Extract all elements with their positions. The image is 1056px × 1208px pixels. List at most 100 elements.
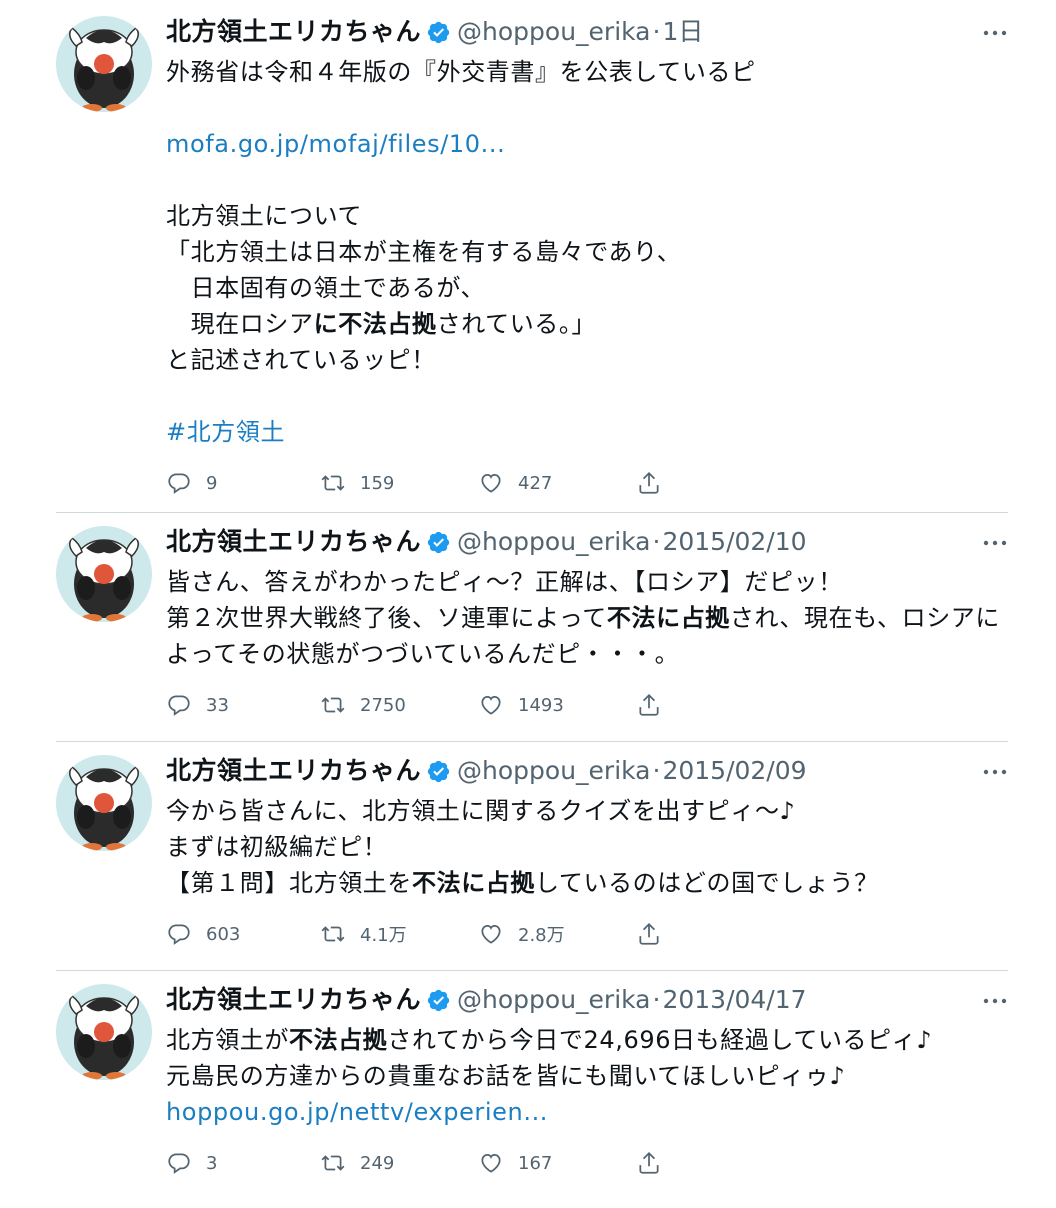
avatar[interactable] <box>56 16 152 112</box>
display-name[interactable]: 北方領土エリカちゃん <box>166 982 421 1018</box>
text-line: 皆さん、答えがわかったピィ～？正解は、【ロシア】だピッ！ <box>166 564 1016 600</box>
tweet-header: 北方領土エリカちゃん @hoppou_erika · 2013/04/17 <box>166 982 807 1018</box>
retweet-icon <box>320 921 346 947</box>
verified-badge-icon <box>426 530 451 555</box>
like-icon <box>478 470 504 496</box>
like-count: 2.8万 <box>518 925 565 946</box>
timestamp[interactable]: 1日 <box>662 14 703 50</box>
retweet-icon <box>320 692 346 718</box>
like-icon <box>478 921 504 947</box>
user-handle[interactable]: @hoppou_erika <box>457 524 650 560</box>
reply-icon <box>166 1150 192 1176</box>
display-name[interactable]: 北方領土エリカちゃん <box>166 524 421 560</box>
timestamp[interactable]: 2015/02/09 <box>662 753 806 789</box>
tweet-link[interactable]: hoppou.go.jp/nettv/experien... <box>166 1098 548 1126</box>
more-options-icon[interactable] <box>982 996 1008 1006</box>
text-segment: 【第１問】北方領土を <box>166 869 412 897</box>
like-button[interactable]: 2.8万 <box>478 919 565 949</box>
avatar[interactable] <box>56 755 152 851</box>
tweet-link[interactable]: #北方領土 <box>166 418 285 446</box>
tweet-header: 北方領土エリカちゃん @hoppou_erika · 1日 <box>166 14 703 50</box>
text-segment: よってその状態がつづいているんだピ・・・。 <box>166 640 680 668</box>
avatar[interactable] <box>56 526 152 622</box>
retweet-count: 249 <box>360 1152 395 1174</box>
reply-count: 33 <box>206 694 229 716</box>
text-line: よってその状態がつづいているんだピ・・・。 <box>166 636 1016 672</box>
share-button[interactable] <box>636 919 662 949</box>
retweet-button[interactable]: 249 <box>320 1148 394 1178</box>
tweet-actions: 3 249 167 <box>166 1148 686 1178</box>
reply-icon <box>166 692 192 718</box>
reply-button[interactable]: 603 <box>166 919 240 949</box>
user-handle[interactable]: @hoppou_erika <box>457 14 650 50</box>
tweet-actions: 9 159 427 <box>166 468 686 498</box>
like-count: 427 <box>518 472 553 494</box>
separator-dot: · <box>652 985 661 1014</box>
retweet-button[interactable]: 159 <box>320 468 394 498</box>
text-segment: 第２次世界大戦終了後、ソ連軍によって <box>166 604 607 632</box>
timestamp[interactable]: 2013/04/17 <box>662 982 806 1018</box>
separator-dot: · <box>652 17 661 46</box>
text-segment: されている。」 <box>436 310 597 338</box>
like-button[interactable]: 167 <box>478 1148 552 1178</box>
like-button[interactable]: 1493 <box>478 690 564 720</box>
tweet-text: 今から皆さんに、北方領土に関するクイズを出すピィ～♪ まずは初級編だピ！ 【第１問】… <box>166 793 1016 901</box>
text-line: hoppou.go.jp/nettv/experien... <box>166 1094 1016 1130</box>
like-button[interactable]: 427 <box>478 468 552 498</box>
text-line: 外務省は令和４年版の『外交青書』を公表しているピ <box>166 54 1016 90</box>
reply-count: 9 <box>206 472 218 494</box>
retweet-button[interactable]: 2750 <box>320 690 406 720</box>
text-segment: まずは初級編だピ！ <box>166 833 388 861</box>
bold-text: 不法に占拠 <box>606 604 730 632</box>
like-count: 167 <box>518 1152 553 1174</box>
retweet-button[interactable]: 4.1万 <box>320 919 407 949</box>
reply-button[interactable]: 33 <box>166 690 229 720</box>
more-options-icon[interactable] <box>982 28 1008 38</box>
share-button[interactable] <box>636 690 662 720</box>
text-line: 現在ロシアに不法占拠されている。」 <box>166 306 1016 342</box>
retweet-icon <box>320 470 346 496</box>
tweet[interactable]: 北方領土エリカちゃん @hoppou_erika · 2013/04/17 北方領土が… <box>0 968 1056 1208</box>
tweet-header: 北方領土エリカちゃん @hoppou_erika · 2015/02/10 <box>166 524 807 560</box>
text-segment: され、現在も、ロシアに <box>729 604 1001 632</box>
avatar[interactable] <box>56 984 152 1080</box>
more-options-icon[interactable] <box>982 767 1008 777</box>
tweet-link[interactable]: mofa.go.jp/mofaj/files/10... <box>166 130 505 158</box>
reply-icon <box>166 921 192 947</box>
text-line: #北方領土 <box>166 414 1016 450</box>
share-button[interactable] <box>636 468 662 498</box>
bold-text: 不法占拠 <box>289 1026 388 1054</box>
text-segment: 現在ロシア <box>166 310 314 338</box>
tweet[interactable]: 北方領土エリカちゃん @hoppou_erika · 1日外務省は令和４年版の『外交… <box>0 0 1056 494</box>
share-icon <box>636 692 662 718</box>
share-button[interactable] <box>636 1148 662 1178</box>
tweet-actions: 603 4.1万 2.8万 <box>166 919 686 949</box>
text-line <box>166 378 1016 414</box>
display-name[interactable]: 北方領土エリカちゃん <box>166 753 421 789</box>
text-segment: 外務省は令和４年版の『外交青書』を公表しているピ <box>166 58 756 86</box>
display-name[interactable]: 北方領土エリカちゃん <box>166 14 421 50</box>
tweet-divider <box>56 512 1008 513</box>
text-line: mofa.go.jp/mofaj/files/10... <box>166 126 1016 162</box>
text-segment: 今から皆さんに、北方領土に関するクイズを出すピィ～♪ <box>166 797 796 825</box>
user-handle[interactable]: @hoppou_erika <box>457 982 650 1018</box>
retweet-count: 159 <box>360 472 395 494</box>
more-options-icon[interactable] <box>982 538 1008 548</box>
text-line: 北方領土が不法占拠されてから今日で24,696日も経過しているピィ♪ <box>166 1022 1016 1058</box>
reply-button[interactable]: 3 <box>166 1148 217 1178</box>
text-line: と記述されているッピ！ <box>166 342 1016 378</box>
user-handle[interactable]: @hoppou_erika <box>457 753 650 789</box>
verified-badge-icon <box>426 20 451 45</box>
text-segment: 「北方領土は日本が主権を有する島々であり、 <box>166 238 682 266</box>
text-line <box>166 162 1016 198</box>
tweet[interactable]: 北方領土エリカちゃん @hoppou_erika · 2015/02/09 今から皆さ… <box>0 739 1056 979</box>
text-segment: しているのはどの国でしょう？ <box>535 869 879 897</box>
tweet-text: 外務省は令和４年版の『外交青書』を公表しているピ mofa.go.jp/mofa… <box>166 54 1016 450</box>
tweet[interactable]: 北方領土エリカちゃん @hoppou_erika · 2015/02/10 皆さん、答… <box>0 510 1056 750</box>
reply-button[interactable]: 9 <box>166 468 217 498</box>
text-line: まずは初級編だピ！ <box>166 829 1016 865</box>
tweet-divider <box>56 741 1008 742</box>
text-line: 北方領土について <box>166 198 1016 234</box>
text-line: 今から皆さんに、北方領土に関するクイズを出すピィ～♪ <box>166 793 1016 829</box>
timestamp[interactable]: 2015/02/10 <box>662 524 806 560</box>
